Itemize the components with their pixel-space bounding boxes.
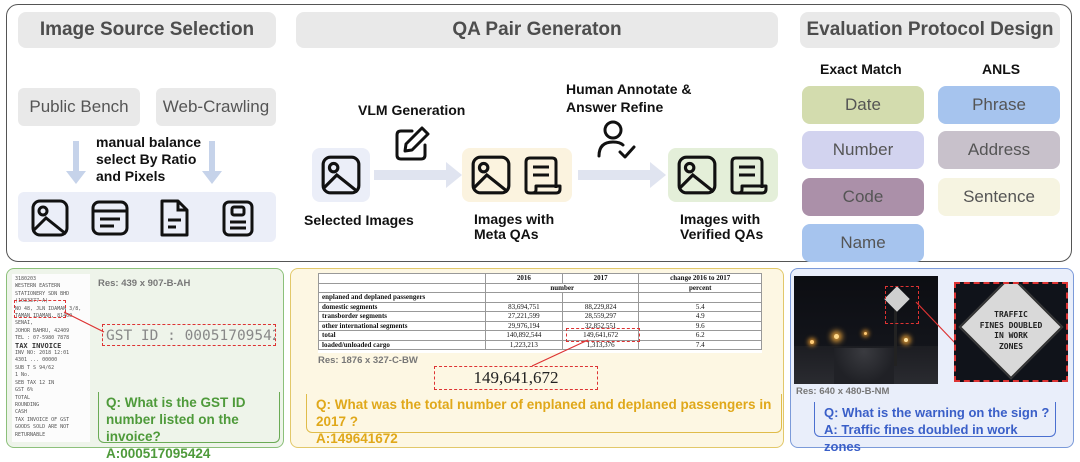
down-arrow-right-head (202, 171, 222, 184)
scroll-icon (730, 156, 768, 195)
vlm-generation-label: VLM Generation (358, 102, 466, 118)
sign-qa: Q: What is the warning on the sign ? A: … (824, 404, 1056, 455)
anls-sentence-pill: Sentence (938, 178, 1060, 216)
anls-address-pill: Address (938, 131, 1060, 169)
down-arrow-left-head (66, 171, 86, 184)
down-arrow-left-shaft (73, 141, 79, 171)
image-icon (471, 155, 511, 195)
exact-name-pill: Name (802, 224, 924, 262)
user-check-icon (597, 120, 636, 159)
anls-label: ANLS (982, 61, 1021, 77)
sign-text: TRAFFIC FINES DOUBLED IN WORK ZONES (979, 310, 1043, 351)
right-arrow-2-shaft (578, 170, 650, 180)
browser-icon (91, 200, 129, 236)
sign-answer: A: Traffic fines doubled in work zones (824, 422, 1018, 454)
right-arrow-2-head (650, 162, 666, 188)
exact-date-pill: Date (802, 86, 924, 124)
sign-zoom: TRAFFIC FINES DOUBLED IN WORK ZONES (954, 282, 1068, 382)
verified-qa-label: Images with Verified QAs (680, 211, 764, 242)
right-arrow-1-head (446, 162, 462, 188)
exact-number-pill: Number (802, 131, 924, 169)
exact-code-pill: Code (802, 178, 924, 216)
meta-qa-label: Images with Meta QAs (474, 211, 555, 242)
document-icon (160, 199, 189, 237)
image-icon (321, 155, 361, 195)
anls-phrase-pill: Phrase (938, 86, 1060, 124)
image-icon (31, 199, 69, 237)
clipboard-icon (222, 200, 254, 237)
human-annotate-label: Human Annotate & Answer Refine (566, 81, 692, 115)
sign-resolution: Res: 640 x 480-B-NM (796, 386, 890, 397)
right-arrow-1-shaft (374, 170, 446, 180)
exact-match-label: Exact Match (820, 61, 902, 77)
scroll-icon (524, 156, 562, 195)
image-icon (677, 155, 717, 195)
selected-images-label: Selected Images (304, 212, 414, 228)
down-arrow-right-shaft (209, 141, 215, 171)
sign-question: Q: What is the warning on the sign ? (824, 405, 1050, 420)
edit-icon (395, 126, 430, 161)
